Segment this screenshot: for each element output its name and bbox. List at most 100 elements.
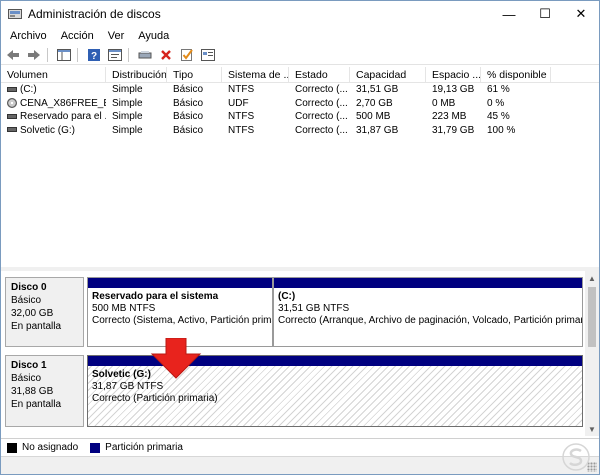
- volume-layout: Simple: [112, 84, 143, 95]
- back-icon[interactable]: [4, 47, 22, 63]
- help-icon[interactable]: ?: [85, 47, 103, 63]
- column-header-sistema[interactable]: Sistema de ...: [222, 67, 289, 82]
- legend: No asignado Partición primaria: [1, 438, 599, 456]
- disk-name: Disco 1: [11, 360, 47, 371]
- partition-status: Correcto (Arranque, Archivo de paginació…: [278, 315, 582, 326]
- settings-icon[interactable]: [199, 47, 217, 63]
- menu-ver[interactable]: Ver: [108, 30, 125, 42]
- partition-title: Reservado para el sistema: [92, 291, 219, 302]
- volume-filesystem: NTFS: [228, 111, 255, 122]
- check-icon[interactable]: [178, 47, 196, 63]
- volume-free-space: 223 MB: [432, 111, 467, 122]
- volume-capacity: 31,51 GB: [356, 84, 399, 95]
- disk-size: 32,00 GB: [11, 308, 54, 319]
- partition-c[interactable]: (C:) 31,51 GB NTFS Correcto (Arranque, A…: [273, 277, 583, 347]
- volume-status: Correcto (...: [295, 84, 348, 95]
- volume-status: Correcto (...: [295, 111, 348, 122]
- forward-icon[interactable]: [25, 47, 43, 63]
- legend-primary-partition: Partición primaria: [105, 442, 183, 453]
- disk-type: Básico: [11, 373, 42, 384]
- volume-name-cell: (C:): [1, 83, 106, 97]
- partition-system-reserved[interactable]: Reservado para el sistema 500 MB NTFS Co…: [87, 277, 273, 347]
- drive-icon: [7, 86, 17, 92]
- partition-title: (C:): [278, 291, 296, 302]
- volume-percent-free: 0 %: [487, 97, 505, 109]
- title-bar: Administración de discos — ☐ ✕: [1, 1, 599, 27]
- menu-accion[interactable]: Acción: [61, 30, 94, 42]
- volume-name: Solvetic (G:): [20, 124, 76, 136]
- delete-icon[interactable]: [157, 47, 175, 63]
- disk-management-window: Administración de discos — ☐ ✕ Archivo A…: [0, 0, 600, 475]
- volume-capacity: 2,70 GB: [356, 97, 393, 109]
- volume-row[interactable]: CENA_X86FREE_ES... Simple Básico UDF Cor…: [1, 97, 599, 111]
- column-header-capacidad[interactable]: Capacidad: [350, 67, 426, 82]
- column-header-espacio[interactable]: Espacio ...: [426, 67, 481, 82]
- volume-type: Básico: [173, 84, 204, 95]
- menu-bar: Archivo Acción Ver Ayuda: [1, 27, 599, 45]
- volume-filesystem: NTFS: [228, 84, 255, 95]
- disk-1-info[interactable]: Disco 1 Básico 31,88 GB En pantalla: [5, 355, 84, 427]
- volume-row[interactable]: Reservado para el ... Simple Básico NTFS…: [1, 110, 599, 124]
- volume-capacity: 500 MB: [356, 111, 391, 122]
- disk-0-info[interactable]: Disco 0 Básico 32,00 GB En pantalla: [5, 277, 84, 347]
- console-tree-icon[interactable]: [55, 47, 73, 63]
- column-header-volumen[interactable]: Volumen: [1, 67, 106, 82]
- minimize-button[interactable]: —: [491, 1, 527, 27]
- volume-free-space: 19,13 GB: [432, 84, 475, 95]
- scroll-up-icon[interactable]: ▲: [585, 271, 599, 285]
- solvetic-watermark-icon: [561, 442, 591, 472]
- volume-row[interactable]: Solvetic (G:) Simple Básico NTFS Correct…: [1, 124, 599, 138]
- volume-type: Básico: [173, 97, 204, 109]
- volume-name: CENA_X86FREE_ES...: [20, 97, 106, 109]
- partition-size: 500 MB NTFS: [92, 303, 156, 314]
- volume-name: Reservado para el ...: [20, 111, 106, 122]
- volume-name-cell: CENA_X86FREE_ES...: [1, 97, 106, 111]
- scrollbar-thumb[interactable]: [588, 287, 596, 347]
- svg-text:?: ?: [91, 51, 97, 62]
- volume-row[interactable]: (C:) Simple Básico NTFS Correcto (... 31…: [1, 83, 599, 97]
- volume-name: (C:): [20, 84, 37, 95]
- scroll-down-icon[interactable]: ▼: [585, 422, 599, 436]
- partition-status: Correcto (Sistema, Activo, Partición pri…: [92, 315, 272, 326]
- volume-list: Volumen Distribución Tipo Sistema de ...…: [1, 67, 599, 267]
- disk-type: Básico: [11, 295, 42, 306]
- primary-partition-swatch: [90, 442, 101, 453]
- properties-icon[interactable]: [106, 47, 124, 63]
- primary-partition-bar: [274, 278, 582, 288]
- disk-status: En pantalla: [11, 399, 62, 410]
- toolbar-separator: [47, 47, 48, 62]
- volume-filesystem: UDF: [228, 97, 249, 109]
- disk-0-row: Disco 0 Básico 32,00 GB En pantalla Rese…: [5, 277, 583, 347]
- unallocated-swatch: [7, 442, 17, 453]
- volume-name-cell: Reservado para el ...: [1, 110, 106, 124]
- volume-percent-free: 61 %: [487, 84, 510, 95]
- column-header-tipo[interactable]: Tipo: [167, 67, 222, 82]
- status-bar: [1, 456, 599, 474]
- primary-partition-bar: [88, 278, 272, 288]
- volume-status: Correcto (...: [295, 124, 348, 136]
- menu-ayuda[interactable]: Ayuda: [138, 30, 169, 42]
- close-button[interactable]: ✕: [563, 1, 599, 27]
- connect-icon[interactable]: [136, 47, 154, 63]
- volume-type: Básico: [173, 111, 204, 122]
- volume-layout: Simple: [112, 97, 143, 109]
- partition-size: 31,51 GB NTFS: [278, 303, 350, 314]
- disk-1-row: Disco 1 Básico 31,88 GB En pantalla Solv…: [5, 355, 583, 427]
- column-header-distribucion[interactable]: Distribución: [106, 67, 167, 82]
- vertical-scrollbar[interactable]: ▲ ▼: [585, 271, 599, 436]
- cd-drive-icon: [7, 97, 17, 108]
- maximize-button[interactable]: ☐: [527, 1, 563, 27]
- partition-status: Correcto (Partición primaria): [92, 393, 218, 404]
- volume-layout: Simple: [112, 111, 143, 122]
- volume-capacity: 31,87 GB: [356, 124, 399, 136]
- column-header-disponible[interactable]: % disponible: [481, 67, 551, 82]
- toolbar: ?: [1, 45, 599, 65]
- column-header-estado[interactable]: Estado: [289, 67, 350, 82]
- disk-name: Disco 0: [11, 282, 47, 293]
- toolbar-separator: [77, 47, 78, 62]
- menu-archivo[interactable]: Archivo: [10, 30, 47, 42]
- volume-layout: Simple: [112, 124, 143, 136]
- volume-type: Básico: [173, 124, 204, 136]
- disk-status: En pantalla: [11, 321, 62, 332]
- volume-free-space: 31,79 GB: [432, 124, 475, 136]
